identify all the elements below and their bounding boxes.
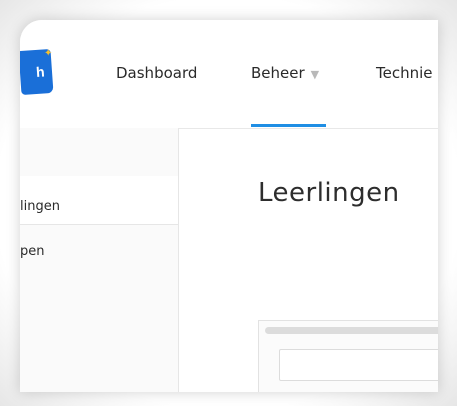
sidebar-item-label: lingen bbox=[20, 199, 60, 214]
sidebar: lingen pen bbox=[20, 128, 179, 392]
sidebar-item-leerlingen[interactable]: lingen bbox=[20, 176, 178, 225]
nav-beheer-label: Beheer bbox=[251, 64, 305, 82]
content-panel bbox=[258, 320, 438, 392]
app-window: h ✦ Dashboard Beheer ▼ Technie lingen pen… bbox=[20, 20, 438, 392]
page-title: Leerlingen bbox=[258, 178, 400, 208]
nav-beheer[interactable]: Beheer ▼ bbox=[251, 64, 319, 82]
sidebar-item-groepen[interactable]: pen bbox=[20, 224, 178, 276]
filter-input[interactable] bbox=[279, 349, 438, 381]
caret-down-icon: ▼ bbox=[310, 68, 320, 81]
sidebar-item-label: pen bbox=[20, 244, 45, 259]
sidebar-empty bbox=[20, 275, 178, 392]
sidebar-item-top[interactable] bbox=[20, 128, 178, 177]
active-tab-indicator bbox=[251, 124, 326, 127]
logo-spark-icon: ✦ bbox=[44, 48, 53, 59]
nav-techniek[interactable]: Technie bbox=[376, 64, 433, 82]
horizontal-scrollbar[interactable] bbox=[265, 327, 438, 334]
logo-mark: h bbox=[35, 63, 46, 80]
nav-dashboard[interactable]: Dashboard bbox=[116, 64, 197, 82]
top-navbar: h ✦ Dashboard Beheer ▼ Technie bbox=[20, 20, 438, 129]
